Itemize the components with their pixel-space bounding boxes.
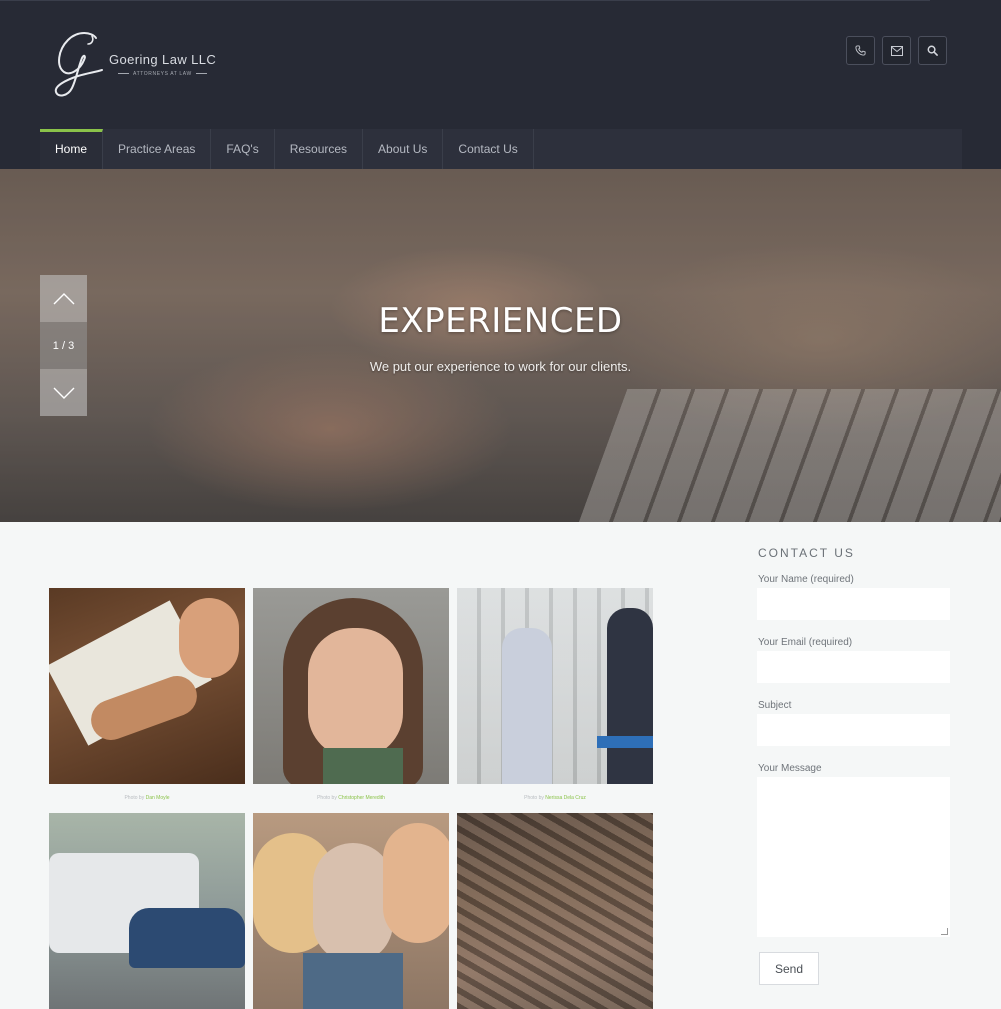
nav-item-about-us[interactable]: About Us: [363, 129, 444, 169]
email-field[interactable]: [757, 651, 950, 683]
mail-icon: [890, 45, 903, 56]
main-nav: Home Practice Areas FAQ's Resources Abou…: [40, 129, 962, 169]
gallery-image-fire-damage[interactable]: [457, 813, 653, 1009]
caption-prefix: Photo by: [124, 795, 145, 801]
gallery-caption: Photo by Nerissa Dela Cruz: [457, 795, 653, 801]
woman-suit-shape: [607, 608, 653, 784]
site-logo[interactable]: Goering Law LLC ATTORNEYS AT LAW: [52, 30, 222, 100]
debris-shape: [457, 813, 653, 1009]
name-field[interactable]: [757, 588, 950, 620]
chevron-down-icon: [53, 387, 74, 399]
message-field[interactable]: [757, 777, 950, 937]
caption-prefix: Photo by: [524, 795, 544, 801]
caption-author[interactable]: Dan Moyle: [146, 795, 170, 801]
subject-field[interactable]: [757, 714, 950, 746]
hero-slider: EXPERIENCED We put our experience to wor…: [0, 169, 1001, 522]
contact-title: CONTACT US: [758, 546, 855, 560]
site-header: Goering Law LLC ATTORNEYS AT LAW Home Pr…: [0, 0, 1001, 169]
gallery-image-signing-document[interactable]: [49, 588, 245, 784]
gallery-image-handshake[interactable]: [457, 588, 653, 784]
phone-button[interactable]: [846, 36, 875, 65]
hero-overlay: [0, 169, 1001, 522]
shirt-shape: [323, 748, 403, 784]
face-shape: [383, 823, 449, 943]
nav-item-faqs[interactable]: FAQ's: [211, 129, 275, 169]
nav-item-resources[interactable]: Resources: [275, 129, 364, 169]
brand-tagline: ATTORNEYS AT LAW: [114, 71, 211, 77]
nav-item-home[interactable]: Home: [40, 129, 104, 169]
search-icon: [927, 45, 938, 56]
logo-g-mark: [54, 32, 103, 97]
slide-prev-button[interactable]: [40, 275, 87, 322]
caption-prefix: Photo by: [317, 795, 337, 801]
gallery-image-three-women[interactable]: [253, 813, 449, 1009]
header-divider: [0, 0, 930, 1]
search-button[interactable]: [918, 36, 947, 65]
resize-handle[interactable]: [941, 928, 948, 935]
hand-shape: [179, 598, 239, 678]
face-shape: [308, 628, 403, 758]
slide-next-button[interactable]: [40, 369, 87, 416]
message-label: Your Message: [758, 763, 822, 774]
gallery-image-worried-woman[interactable]: [253, 588, 449, 784]
slider-controls: 1 / 3: [40, 275, 87, 416]
email-button[interactable]: [882, 36, 911, 65]
caption-author[interactable]: Nerissa Dela Cruz: [545, 795, 586, 801]
blue-car-shape: [129, 908, 245, 968]
nav-item-contact-us[interactable]: Contact Us: [443, 129, 534, 169]
slide-counter: 1 / 3: [40, 322, 87, 369]
chevron-up-icon: [53, 292, 74, 304]
caption-author[interactable]: Christopher Meredith: [338, 795, 385, 801]
nav-item-practice-areas[interactable]: Practice Areas: [103, 129, 212, 169]
gallery-caption: Photo by Christopher Meredith: [253, 795, 449, 801]
subject-label: Subject: [758, 700, 792, 711]
name-label: Your Name (required): [758, 574, 854, 585]
hero-subtitle: We put our experience to work for our cl…: [369, 359, 632, 374]
email-label: Your Email (required): [758, 637, 853, 648]
phone-icon: [855, 45, 866, 56]
face-shape: [313, 843, 393, 963]
man-shirt-shape: [502, 628, 552, 784]
gallery-caption: Photo by Dan Moyle: [49, 795, 245, 801]
hero-title: EXPERIENCED: [378, 301, 623, 341]
gallery-image-car-accident[interactable]: [49, 813, 245, 1009]
send-button[interactable]: Send: [759, 952, 819, 985]
brand-name: Goering Law LLC: [109, 52, 217, 67]
folder-shape: [597, 736, 653, 748]
